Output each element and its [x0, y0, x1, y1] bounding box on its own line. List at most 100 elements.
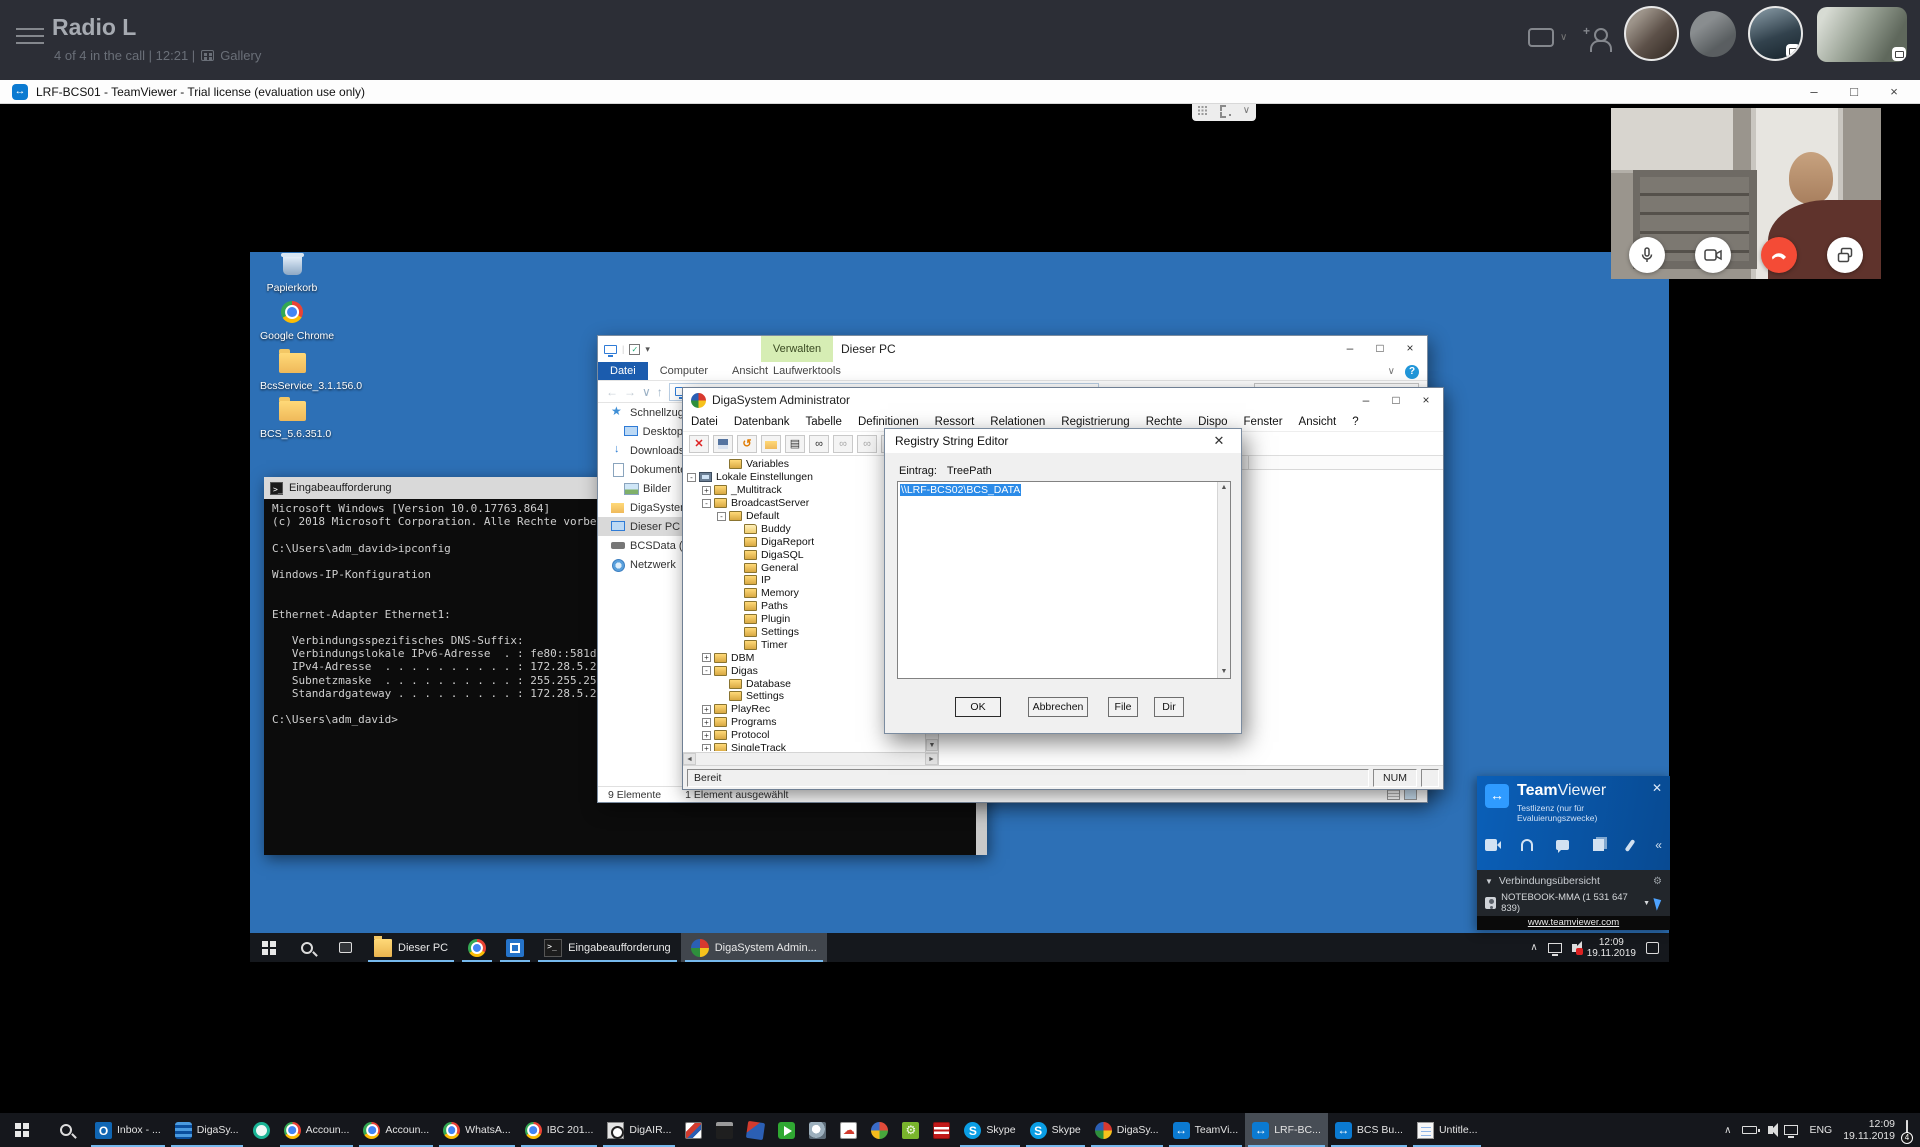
maximize-button[interactable]: □: [1381, 388, 1411, 412]
menu-item[interactable]: Dispo: [1198, 416, 1227, 428]
file-transfer-icon[interactable]: [1593, 839, 1604, 851]
network-icon[interactable]: [1548, 943, 1562, 953]
participant-avatar[interactable]: [1624, 6, 1679, 61]
tree-expander[interactable]: -: [717, 512, 726, 521]
whiteboard-icon[interactable]: [1624, 839, 1635, 852]
taskbar-app-button[interactable]: DigaSy...: [168, 1113, 246, 1147]
taskbar-app-button[interactable]: WhatsA...: [436, 1113, 518, 1147]
open-folder-icon[interactable]: [761, 435, 781, 453]
menu-item[interactable]: Ansicht: [1299, 416, 1337, 428]
explorer-titlebar[interactable]: | ✓ ▾ Verwalten Dieser PC – □ ×: [598, 336, 1427, 362]
find-prev-icon[interactable]: ∞: [857, 435, 877, 453]
sidebar-item[interactable]: Desktop: [598, 422, 683, 441]
menu-icon[interactable]: [16, 28, 44, 46]
sidebar-item[interactable]: Schnellzugriff: [598, 403, 683, 422]
self-video-thumbnail[interactable]: [1817, 7, 1907, 62]
video-icon[interactable]: [1485, 839, 1497, 851]
help-icon[interactable]: ?: [1405, 365, 1419, 379]
dialog-button[interactable]: Abbrechen: [1028, 697, 1088, 717]
action-center-button[interactable]: 4: [1906, 1121, 1908, 1139]
taskbar-app-button[interactable]: [458, 933, 496, 962]
manage-context-tab[interactable]: Verwalten: [761, 336, 833, 362]
up-icon[interactable]: ↑: [657, 385, 663, 399]
gear-icon[interactable]: ⚙: [1653, 876, 1662, 887]
menu-item[interactable]: Relationen: [990, 416, 1045, 428]
ribbon-tab[interactable]: Computer: [648, 362, 720, 380]
taskbar-app-button[interactable]: Eingabeaufforderung: [534, 933, 681, 962]
tree-horizontal-scrollbar[interactable]: ◄►: [683, 752, 938, 765]
close-button[interactable]: ×: [1411, 388, 1441, 412]
taskbar-app-button[interactable]: TeamVi...: [1166, 1113, 1246, 1147]
hang-up-button[interactable]: [1761, 237, 1797, 273]
find-icon[interactable]: ∞: [809, 435, 829, 453]
maximize-button[interactable]: □: [1365, 336, 1395, 360]
tray-chevron-icon[interactable]: ∧: [1530, 942, 1537, 953]
dialog-button[interactable]: OK: [955, 697, 1001, 717]
sidebar-item[interactable]: Netzwerk: [598, 555, 683, 574]
customize-chevron-icon[interactable]: ▾: [645, 344, 650, 355]
mic-button[interactable]: [1629, 237, 1665, 273]
taskbar-app-button[interactable]: Untitle...: [1410, 1113, 1485, 1147]
tray-chevron-icon[interactable]: ∧: [1724, 1125, 1731, 1136]
sidebar-item[interactable]: Downloads: [598, 441, 683, 460]
menu-item[interactable]: Datenbank: [734, 416, 790, 428]
ribbon-tab[interactable]: Laufwerktools: [761, 362, 853, 381]
taskbar-app-button[interactable]: Skype: [1023, 1113, 1088, 1147]
tree-expander[interactable]: -: [702, 499, 711, 508]
connection-row[interactable]: NOTEBOOK-MMA (1 531 647 839) ▼: [1477, 890, 1670, 916]
speaker-muted-icon[interactable]: [1572, 944, 1577, 952]
taskbar-app-button[interactable]: [709, 1113, 740, 1147]
menu-item[interactable]: Tabelle: [805, 416, 841, 428]
sidebar-item[interactable]: Dieser PC: [598, 517, 683, 536]
audio-icon[interactable]: [1521, 839, 1533, 851]
desktop-icon[interactable]: BCS_5.6.351.0: [260, 397, 324, 440]
collapse-icon[interactable]: «: [1655, 839, 1662, 851]
new-document-icon[interactable]: ▤: [785, 435, 805, 453]
save-icon[interactable]: [713, 435, 733, 453]
menu-item[interactable]: ?: [1352, 416, 1358, 428]
taskbar-app-button[interactable]: [864, 1113, 895, 1147]
details-view-icon[interactable]: [1387, 789, 1400, 800]
taskbar-app-button[interactable]: DigaSystem Admin...: [681, 933, 827, 962]
delete-icon[interactable]: ✕: [689, 435, 709, 453]
taskbar-app-button[interactable]: [802, 1113, 833, 1147]
taskbar-app-button[interactable]: [496, 933, 534, 962]
participant-avatar[interactable]: [1748, 6, 1803, 61]
recent-locations-icon[interactable]: ∨: [642, 385, 651, 399]
admin-titlebar[interactable]: DigaSystem Administrator – □ ×: [683, 388, 1443, 412]
chat-icon[interactable]: [1556, 840, 1569, 850]
teamviewer-website-link[interactable]: www.teamviewer.com: [1477, 916, 1670, 930]
thumbnails-view-icon[interactable]: [1404, 789, 1417, 800]
start-button[interactable]: [0, 1113, 44, 1147]
minimize-button[interactable]: –: [1794, 80, 1834, 104]
taskbar-app-button[interactable]: Dieser PC: [364, 933, 458, 962]
taskbar-app-button[interactable]: [246, 1113, 277, 1147]
close-button[interactable]: ×: [1874, 80, 1914, 104]
participant-avatar[interactable]: [1690, 11, 1736, 57]
taskbar-app-button[interactable]: BCS Bu...: [1328, 1113, 1410, 1147]
taskbar-app-button[interactable]: Accoun...: [356, 1113, 436, 1147]
taskbar-app-button[interactable]: DigAIR...: [600, 1113, 678, 1147]
speaker-icon[interactable]: [1768, 1126, 1773, 1134]
taskbar-app-button[interactable]: Skype: [957, 1113, 1022, 1147]
menu-item[interactable]: Registrierung: [1061, 416, 1129, 428]
menu-item[interactable]: Fenster: [1244, 416, 1283, 428]
menu-item[interactable]: Rechte: [1146, 416, 1182, 428]
remote-clock[interactable]: 12:09 19.11.2019: [1587, 937, 1636, 959]
host-clock[interactable]: 12:09 19.11.2019: [1843, 1118, 1895, 1142]
taskbar-app-button[interactable]: DigaSy...: [1088, 1113, 1166, 1147]
task-view-button[interactable]: [326, 933, 364, 962]
taskbar-app-button[interactable]: [833, 1113, 864, 1147]
value-textbox[interactable]: \\LRF-BCS02\BCS_DATA ▲▼: [897, 481, 1231, 679]
tree-expander[interactable]: +: [702, 718, 711, 727]
taskbar-app-button[interactable]: [740, 1113, 771, 1147]
taskbar-app-button[interactable]: [678, 1113, 709, 1147]
taskbar-app-button[interactable]: Inbox - ...: [88, 1113, 168, 1147]
tree-expander[interactable]: +: [702, 731, 711, 740]
ribbon-expand-icon[interactable]: ∨: [1388, 366, 1395, 377]
taskbar-app-button[interactable]: IBC 201...: [518, 1113, 601, 1147]
desktop-icon[interactable]: BcsService_3.1.156.0: [260, 349, 324, 392]
undo-icon[interactable]: ↺: [737, 435, 757, 453]
back-icon[interactable]: ←: [606, 385, 618, 399]
display-network-icon[interactable]: [1784, 1125, 1798, 1135]
